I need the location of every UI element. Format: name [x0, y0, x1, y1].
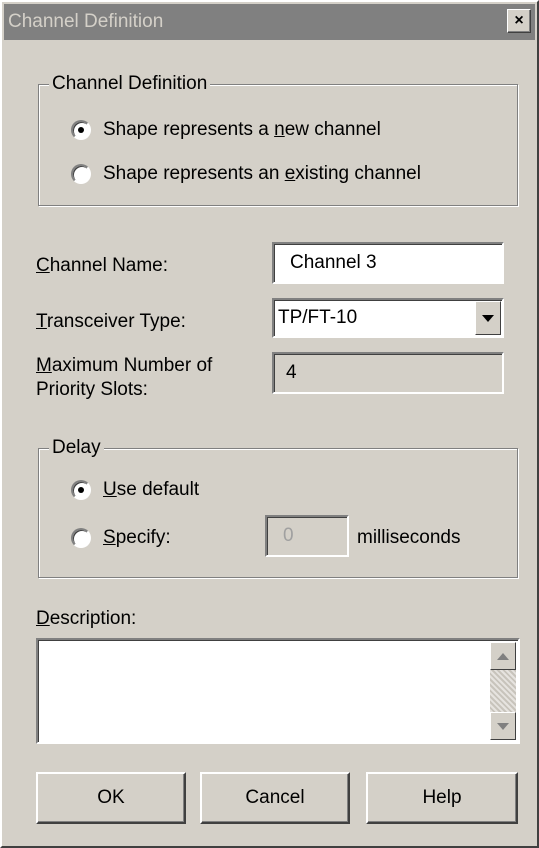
radio-new-channel[interactable]: Shape represents a new channel — [71, 119, 381, 141]
chevron-down-icon — [482, 314, 494, 322]
radio-specify-label: Specify: — [103, 527, 171, 548]
milliseconds-label: milliseconds — [357, 527, 461, 548]
close-icon: × — [514, 12, 524, 29]
transceiver-dropdown-button[interactable] — [475, 301, 501, 335]
title-bar[interactable]: Channel Definition × — [4, 4, 535, 40]
channel-name-input[interactable]: Channel 3 — [272, 242, 504, 284]
scroll-up-button[interactable] — [490, 642, 516, 670]
priority-slots-value: 4 — [286, 362, 297, 383]
radio-new-channel-indicator[interactable] — [71, 120, 91, 140]
transceiver-type-value: TP/FT-10 — [278, 307, 358, 328]
delay-ms-input[interactable]: 0 — [265, 515, 349, 557]
channel-name-value: Channel 3 — [290, 252, 377, 273]
channel-definition-legend: Channel Definition — [49, 72, 211, 96]
radio-existing-channel[interactable]: Shape represents an existing channel — [71, 163, 421, 185]
transceiver-type-select[interactable]: TP/FT-10 — [272, 298, 504, 338]
radio-use-default-label: Use default — [103, 479, 200, 500]
delay-ms-value: 0 — [283, 525, 294, 546]
scroll-up-icon — [497, 652, 509, 660]
channel-definition-dialog: Channel Definition × Channel Definition … — [0, 0, 539, 848]
radio-existing-channel-indicator[interactable] — [71, 164, 91, 184]
cancel-button[interactable]: Cancel — [200, 772, 350, 824]
priority-slots-field: 4 — [272, 352, 504, 394]
radio-specify-indicator[interactable] — [71, 528, 91, 548]
radio-new-channel-label: Shape represents a new channel — [103, 119, 381, 140]
channel-name-label: Channel Name: — [36, 255, 169, 276]
window-title: Channel Definition — [8, 11, 164, 32]
close-button[interactable]: × — [507, 9, 531, 33]
radio-use-default-indicator[interactable] — [71, 480, 91, 500]
radio-existing-channel-label: Shape represents an existing channel — [103, 163, 421, 184]
ok-button[interactable]: OK — [36, 772, 186, 824]
radio-use-default[interactable]: Use default — [71, 479, 199, 501]
help-button[interactable]: Help — [366, 772, 518, 824]
delay-group: Delay Use default Specify: 0 millisecond… — [38, 436, 518, 578]
description-label: Description: — [36, 608, 137, 629]
priority-slots-label: Maximum Number of Priority Slots: — [36, 355, 213, 400]
channel-definition-group: Channel Definition Shape represents a ne… — [38, 72, 518, 206]
transceiver-type-label: Transceiver Type: — [36, 311, 186, 332]
scroll-down-icon — [497, 722, 509, 730]
description-textarea[interactable] — [36, 638, 520, 744]
radio-specify[interactable]: Specify: — [71, 527, 171, 549]
description-scrollbar[interactable] — [490, 642, 516, 740]
cancel-button-label: Cancel — [245, 787, 305, 808]
delay-legend: Delay — [49, 436, 104, 460]
ok-button-label: OK — [97, 787, 125, 808]
help-button-label: Help — [422, 787, 462, 808]
scroll-down-button[interactable] — [490, 712, 516, 740]
